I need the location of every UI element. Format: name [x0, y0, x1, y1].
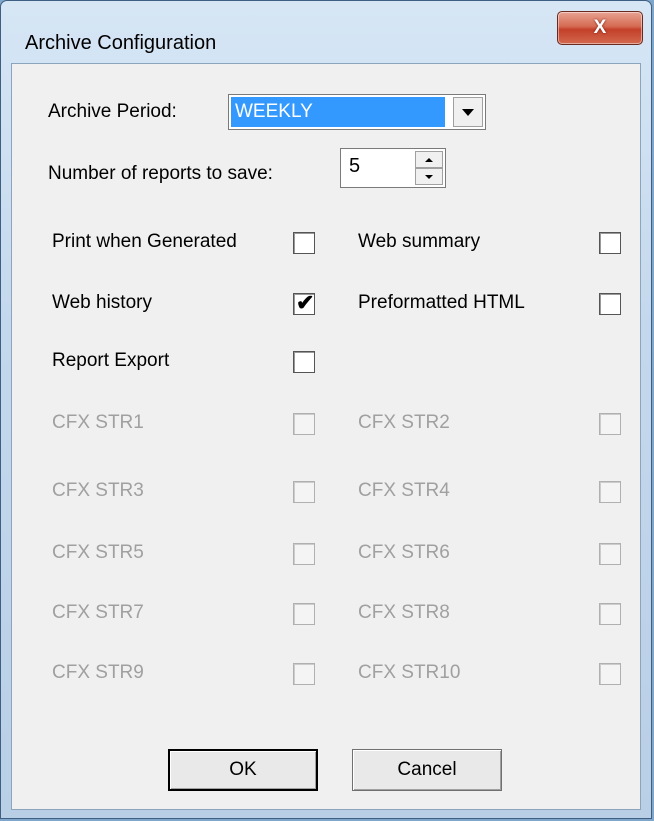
- cfx-str2-label: CFX STR2: [358, 412, 450, 433]
- cfx-str5-checkbox: [293, 543, 315, 565]
- arrow-down-icon: [425, 174, 433, 179]
- close-button[interactable]: X: [557, 11, 643, 45]
- cfx-str7-checkbox: [293, 603, 315, 625]
- print-when-generated-checkbox[interactable]: [293, 232, 315, 254]
- archive-configuration-dialog: Archive Configuration X Archive Period: …: [0, 0, 652, 819]
- cfx-str4-label: CFX STR4: [358, 480, 450, 501]
- preformatted-html-label: Preformatted HTML: [358, 292, 525, 313]
- report-export-label: Report Export: [52, 350, 170, 371]
- cfx-str8-checkbox: [599, 603, 621, 625]
- report-export-checkbox[interactable]: [293, 351, 315, 373]
- cfx-str5-label: CFX STR5: [52, 542, 144, 563]
- reports-to-save-label: Number of reports to save:: [48, 163, 273, 184]
- cfx-str6-label: CFX STR6: [358, 542, 450, 563]
- reports-to-save-spinner[interactable]: 5: [340, 148, 446, 188]
- spin-up-button[interactable]: [415, 151, 443, 168]
- chevron-down-icon: [462, 108, 474, 116]
- web-history-label: Web history: [52, 292, 152, 313]
- archive-period-label: Archive Period:: [48, 101, 177, 122]
- reports-to-save-value[interactable]: 5: [349, 155, 360, 178]
- title-bar[interactable]: Archive Configuration X: [1, 1, 651, 63]
- cfx-str10-label: CFX STR10: [358, 662, 461, 683]
- close-icon: X: [593, 17, 607, 38]
- spin-down-button[interactable]: [415, 168, 443, 185]
- cfx-str9-checkbox: [293, 663, 315, 685]
- cfx-str3-label: CFX STR3: [52, 480, 144, 501]
- print-when-generated-label: Print when Generated: [52, 231, 237, 252]
- window-title: Archive Configuration: [25, 32, 217, 54]
- dialog-body: Archive Period: WEEKLY Number of reports…: [11, 63, 641, 810]
- cfx-str6-checkbox: [599, 543, 621, 565]
- cfx-str9-label: CFX STR9: [52, 662, 144, 683]
- cfx-str7-label: CFX STR7: [52, 602, 144, 623]
- cfx-str2-checkbox: [599, 413, 621, 435]
- cfx-str4-checkbox: [599, 481, 621, 503]
- cancel-button[interactable]: Cancel: [352, 749, 502, 791]
- archive-period-select[interactable]: WEEKLY: [228, 94, 486, 130]
- ok-button[interactable]: OK: [168, 749, 318, 791]
- cfx-str10-checkbox: [599, 663, 621, 685]
- arrow-up-icon: [425, 157, 433, 162]
- checkmark-icon: ✔: [296, 290, 315, 315]
- web-summary-label: Web summary: [358, 231, 481, 252]
- web-history-checkbox[interactable]: ✔: [293, 290, 315, 315]
- cfx-str3-checkbox: [293, 481, 315, 503]
- cfx-str1-label: CFX STR1: [52, 412, 144, 433]
- preformatted-html-checkbox[interactable]: [599, 293, 621, 315]
- archive-period-value: WEEKLY: [231, 97, 445, 127]
- cfx-str8-label: CFX STR8: [358, 602, 450, 623]
- web-summary-checkbox[interactable]: [599, 232, 621, 254]
- cfx-str1-checkbox: [293, 413, 315, 435]
- archive-period-dropdown-button[interactable]: [453, 97, 483, 127]
